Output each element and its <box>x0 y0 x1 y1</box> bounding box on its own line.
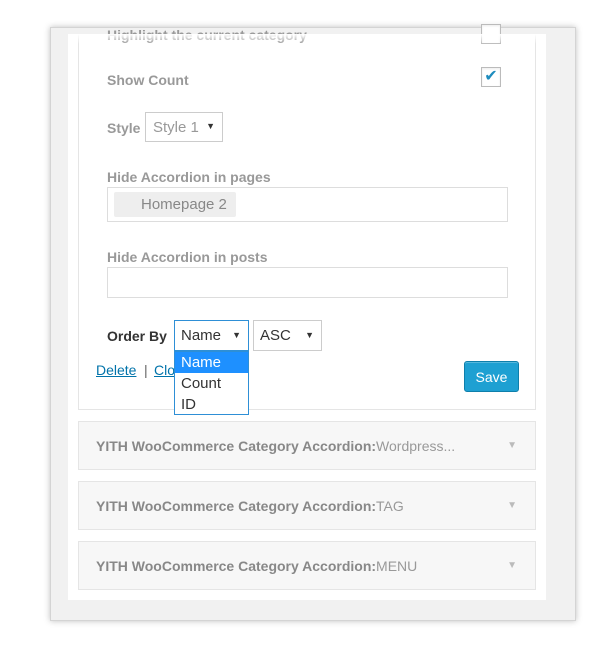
caret-down-icon: ▼ <box>206 121 215 131</box>
scroll-fade <box>78 34 536 44</box>
accordion-widget-menu[interactable]: YITH WooCommerce Category Accordion: MEN… <box>78 541 536 590</box>
checkmark-icon: ✔ <box>484 68 498 85</box>
caret-down-icon[interactable]: ▼ <box>507 440 517 451</box>
delete-link[interactable]: Delete <box>96 362 136 378</box>
accordion-widget-tag[interactable]: YITH WooCommerce Category Accordion: TAG… <box>78 481 536 530</box>
page-chip[interactable]: Homepage 2 <box>114 192 236 217</box>
order-direction-select[interactable]: ASC ▼ <box>253 320 322 351</box>
accordion-title: YITH WooCommerce Category Accordion: <box>96 497 377 514</box>
style-select[interactable]: Style 1 ▼ <box>145 112 223 142</box>
style-select-value: Style 1 <box>153 118 199 136</box>
caret-down-icon: ▼ <box>305 330 314 340</box>
accordion-title: YITH WooCommerce Category Accordion: <box>96 437 377 454</box>
order-by-value: Name <box>181 327 222 344</box>
hide-posts-input[interactable] <box>107 267 508 298</box>
hide-posts-label: Hide Accordion in posts <box>107 249 268 265</box>
accordion-widget-wordpress[interactable]: YITH WooCommerce Category Accordion: Wor… <box>78 421 536 470</box>
close-link[interactable]: Clo <box>154 362 175 378</box>
caret-down-icon[interactable]: ▼ <box>507 500 517 511</box>
widget-settings-panel <box>78 34 536 410</box>
caret-down-icon: ▼ <box>232 330 241 340</box>
hide-pages-label: Hide Accordion in pages <box>107 169 271 185</box>
save-button[interactable]: Save <box>464 361 519 392</box>
accordion-suffix: Wordpress... <box>376 437 456 454</box>
order-option-count[interactable]: Count <box>175 373 248 394</box>
show-count-checkbox[interactable]: ✔ <box>481 67 501 87</box>
show-count-label: Show Count <box>107 72 189 88</box>
accordion-suffix: TAG <box>376 497 404 514</box>
order-option-name[interactable]: Name <box>175 352 248 373</box>
accordion-suffix: MENU <box>376 557 418 574</box>
accordion-title: YITH WooCommerce Category Accordion: <box>96 557 377 574</box>
order-by-label: Order By <box>107 328 167 344</box>
order-option-id[interactable]: ID <box>175 394 248 415</box>
order-direction-value: ASC <box>260 327 291 344</box>
link-separator: | <box>144 362 148 378</box>
hide-pages-input[interactable]: Homepage 2 <box>107 187 508 222</box>
style-label: Style <box>107 120 141 136</box>
order-by-select[interactable]: Name ▼ <box>174 320 249 351</box>
order-by-dropdown: Name Count ID <box>174 351 249 415</box>
caret-down-icon[interactable]: ▼ <box>507 560 517 571</box>
